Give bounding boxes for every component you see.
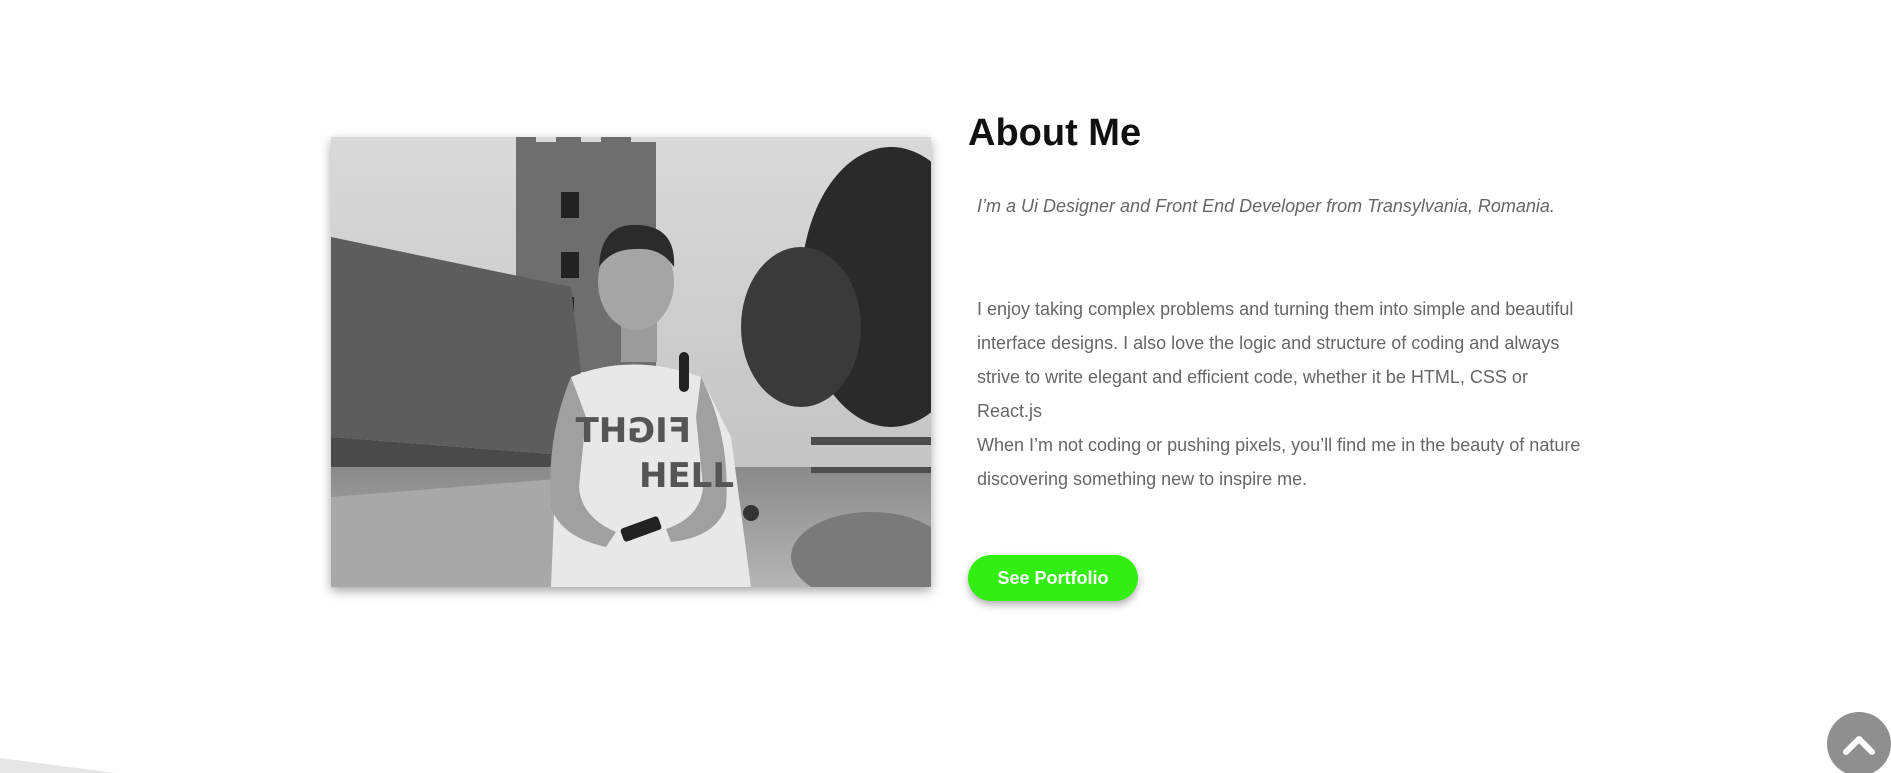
see-portfolio-button[interactable]: See Portfolio bbox=[968, 555, 1138, 601]
bio-paragraph: When I’m not coding or pushing pixels, y… bbox=[977, 435, 1581, 489]
profile-photo: FIGHT HELL bbox=[331, 137, 931, 587]
tagline: I’m a Ui Designer and Front End Develope… bbox=[977, 196, 1555, 216]
svg-text:FIGHT: FIGHT bbox=[575, 411, 691, 451]
page-title: About Me bbox=[968, 112, 1142, 154]
about-section: FIGHT HELL About Me I’m a Ui Designer an… bbox=[0, 0, 1891, 773]
chevron-up-icon bbox=[1843, 736, 1875, 755]
bio-text: I enjoy taking complex problems and turn… bbox=[977, 292, 1587, 496]
bio-paragraph: I enjoy taking complex problems and turn… bbox=[977, 299, 1574, 421]
photo-shirt-text: HELL bbox=[639, 456, 734, 496]
scroll-to-top-button[interactable] bbox=[1827, 712, 1891, 773]
section-divider-shape bbox=[0, 758, 116, 773]
